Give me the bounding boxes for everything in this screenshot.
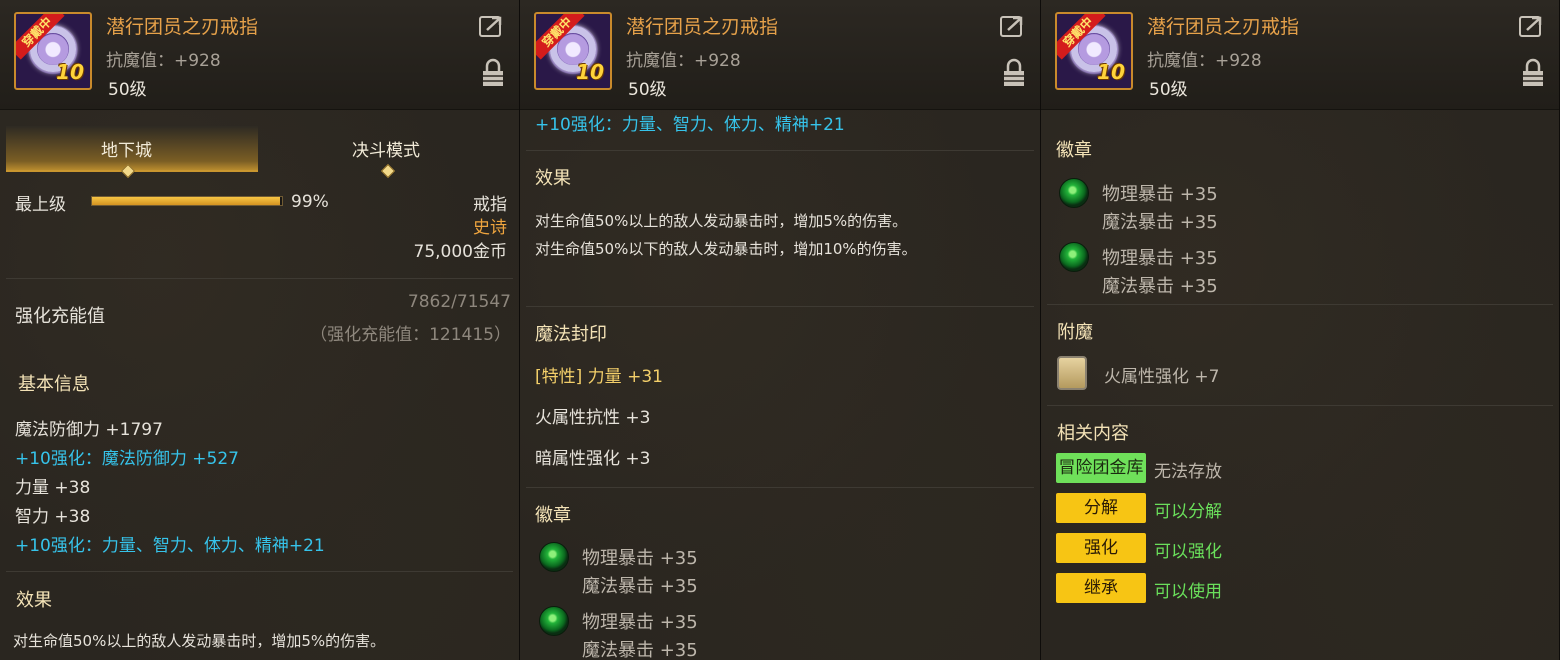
green-emblem-icon	[539, 606, 569, 636]
charge-label: 强化充能值	[15, 306, 105, 327]
charge-total: （强化充能值：121415）	[310, 325, 511, 345]
item-name: 潜行团员之刃戒指	[1147, 16, 1300, 38]
stat-line: 智力 +38	[15, 507, 91, 527]
ring-item-icon[interactable]: 穿戴中 10	[534, 12, 612, 90]
item-level: 50级	[108, 80, 147, 100]
item-level: 50级	[628, 80, 667, 100]
share-icon[interactable]	[479, 14, 505, 38]
share-icon[interactable]	[1519, 14, 1545, 38]
green-emblem-icon	[1059, 178, 1089, 208]
stat-line: +10强化：魔法防御力 +527	[15, 449, 239, 469]
seal-line: 火属性抗性 +3	[535, 408, 651, 428]
item-rarity: 史诗	[473, 218, 507, 238]
item-tooltip-panel-2: 穿戴中 10 潜行团员之刃戒指 抗魔值：+928 50级 +10强化：力量、智力…	[520, 0, 1041, 660]
related-status: 无法存放	[1154, 462, 1222, 482]
level-progress-fill	[92, 197, 281, 205]
emblem-stat: 物理暴击 +35	[582, 612, 698, 633]
item-header: 穿戴中 10 潜行团员之刃戒指 抗魔值：+928 50级	[520, 0, 1040, 110]
emblem-stat: 魔法暴击 +35	[582, 640, 698, 660]
emblem-stat: 魔法暴击 +35	[1102, 212, 1218, 233]
tab-dungeon[interactable]: 地下城	[101, 136, 152, 161]
level-progress-text: 99%	[291, 192, 329, 212]
basic-info-title: 基本信息	[18, 374, 90, 395]
item-stat: 抗魔值：+928	[626, 51, 741, 71]
seal-line: [特性] 力量 +31	[535, 367, 663, 387]
emblem-stat: 物理暴击 +35	[1102, 248, 1218, 269]
lock-icon[interactable]	[1002, 58, 1026, 88]
tag-reinforce: 强化	[1056, 533, 1146, 563]
tag-disassemble: 分解	[1056, 493, 1146, 523]
item-header: 穿戴中 10 潜行团员之刃戒指 抗魔值：+928 50级	[1041, 0, 1559, 110]
seal-line: 暗属性强化 +3	[535, 449, 651, 469]
level-progress-bar	[91, 196, 283, 206]
item-type: 戒指	[473, 195, 507, 215]
tab-duel-mode[interactable]: 决斗模式	[352, 136, 420, 161]
stat-line: 力量 +38	[15, 478, 91, 498]
green-emblem-icon	[1059, 242, 1089, 272]
stat-line: +10强化：力量、智力、体力、精神+21	[535, 115, 845, 135]
emblem-stat: 魔法暴击 +35	[582, 576, 698, 597]
related-title: 相关内容	[1057, 423, 1129, 444]
emblem-title: 徽章	[535, 505, 571, 526]
charge-value: 7862/71547	[407, 292, 511, 312]
divider	[6, 571, 513, 572]
tag-inherit: 继承	[1056, 573, 1146, 603]
divider	[6, 278, 513, 279]
magic-seal-title: 魔法封印	[535, 324, 607, 345]
emblem-title: 徽章	[1056, 140, 1092, 161]
effect-line: 对生命值50%以上的敌人发动暴击时，增加5%的伤害。	[535, 212, 908, 230]
ring-item-icon[interactable]: 穿戴中 10	[14, 12, 92, 90]
item-stat: 抗魔值：+928	[1147, 51, 1262, 71]
tab-duel-marker	[380, 163, 396, 179]
tag-adventure-vault: 冒险团金库	[1056, 453, 1146, 483]
green-emblem-icon	[539, 542, 569, 572]
item-name: 潜行团员之刃戒指	[106, 16, 259, 38]
reinforce-level-badge: 10	[1097, 60, 1125, 84]
item-header: 穿戴中 10 潜行团员之刃戒指 抗魔值：+928 50级	[0, 0, 519, 110]
ring-item-icon[interactable]: 穿戴中 10	[1055, 12, 1133, 90]
related-status: 可以使用	[1154, 582, 1222, 602]
stat-line: 魔法防御力 +1797	[15, 420, 163, 440]
emblem-stat: 物理暴击 +35	[1102, 184, 1218, 205]
reinforce-level-badge: 10	[576, 60, 604, 84]
effect-line: 对生命值50%以上的敌人发动暴击时，增加5%的伤害。	[13, 632, 386, 650]
stat-line: +10强化：力量、智力、体力、精神+21	[15, 536, 325, 556]
related-status: 可以分解	[1154, 502, 1222, 522]
emblem-stat: 物理暴击 +35	[582, 548, 698, 569]
related-status: 可以强化	[1154, 542, 1222, 562]
divider	[526, 306, 1034, 307]
enchant-card-icon	[1057, 356, 1087, 390]
effect-title: 效果	[535, 168, 571, 189]
enchant-title: 附魔	[1057, 322, 1093, 343]
divider	[1047, 405, 1553, 406]
item-price: 75,000金币	[413, 242, 507, 262]
emblem-stat: 魔法暴击 +35	[1102, 276, 1218, 297]
lock-icon[interactable]	[1521, 58, 1545, 88]
item-tooltip-panel-3: 穿戴中 10 潜行团员之刃戒指 抗魔值：+928 50级 徽章 物理暴击 +35…	[1041, 0, 1560, 660]
item-level: 50级	[1149, 80, 1188, 100]
item-name: 潜行团员之刃戒指	[626, 16, 779, 38]
effect-line: 对生命值50%以下的敌人发动暴击时，增加10%的伤害。	[535, 240, 917, 258]
share-icon[interactable]	[1000, 14, 1026, 38]
lock-icon[interactable]	[481, 58, 505, 88]
item-tooltip-panel-1: 穿戴中 10 潜行团员之刃戒指 抗魔值：+928 50级 地下城 决斗模式 最上…	[0, 0, 520, 660]
divider	[1047, 304, 1553, 305]
divider	[526, 150, 1034, 151]
item-stat: 抗魔值：+928	[106, 51, 221, 71]
divider	[526, 487, 1034, 488]
reinforce-level-badge: 10	[56, 60, 84, 84]
enchant-value: 火属性强化 +7	[1104, 367, 1220, 387]
effect-title: 效果	[16, 590, 52, 611]
max-level-label: 最上级	[15, 195, 66, 215]
